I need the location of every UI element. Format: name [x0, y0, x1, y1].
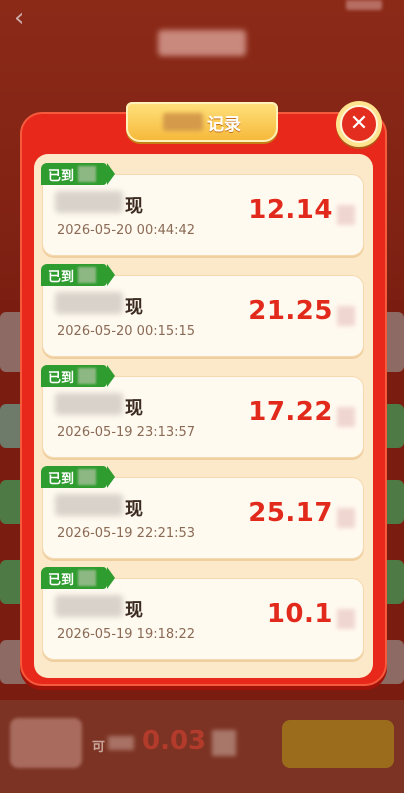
- record-name-blurred: [55, 292, 123, 314]
- records-modal: 已到 现 2026-05-20 00:44:42 12.14 已到 现 2026…: [20, 112, 387, 686]
- amount-unit-blurred: [212, 730, 236, 756]
- status-badge: 已到: [41, 567, 115, 589]
- close-icon[interactable]: ✕: [340, 105, 378, 143]
- record-time: 2026-05-20 00:44:42: [57, 223, 196, 238]
- record-name: 现: [125, 600, 143, 621]
- record-time: 2026-05-19 22:21:53: [57, 526, 196, 541]
- record-item: 已到 现 2026-05-19 23:13:57 17.22: [41, 365, 364, 458]
- record-item: 已到 现 2026-05-20 00:15:15 21.25: [41, 264, 364, 357]
- close-button[interactable]: ✕: [336, 101, 382, 147]
- back-chevron-icon[interactable]: ‹: [14, 5, 38, 31]
- record-time: 2026-05-19 23:13:57: [57, 425, 196, 440]
- record-amount: 17.22: [248, 397, 333, 427]
- bottom-left-button[interactable]: [10, 718, 82, 768]
- record-name: 现: [125, 297, 143, 318]
- page-title-blurred: [158, 30, 246, 56]
- record-name-blurred: [55, 595, 123, 617]
- record-name-blurred: [55, 494, 123, 516]
- record-name-blurred: [55, 393, 123, 415]
- status-badge: 已到: [41, 466, 115, 488]
- available-label-blurred: [108, 736, 134, 750]
- records-list: 已到 现 2026-05-20 00:44:42 12.14 已到 现 2026…: [34, 154, 373, 678]
- record-item: 已到 现 2026-05-19 19:18:22 10.1: [41, 567, 364, 660]
- record-name: 现: [125, 196, 143, 217]
- status-badge: 已到: [41, 264, 115, 286]
- record-amount: 10.1: [266, 599, 333, 629]
- record-amount: 12.14: [248, 195, 333, 225]
- status-badge: 已到: [41, 365, 115, 387]
- record-time: 2026-05-19 19:18:22: [57, 627, 196, 642]
- record-item: 已到 现 2026-05-19 22:21:53 25.17: [41, 466, 364, 559]
- modal-title: 记录: [207, 114, 241, 135]
- title-blurred: [163, 113, 203, 131]
- record-time: 2026-05-20 00:15:15: [57, 324, 196, 339]
- bottom-action-button[interactable]: [282, 720, 394, 768]
- modal-title-ribbon: 记录: [126, 102, 278, 142]
- status-badge: 已到: [41, 163, 115, 185]
- record-amount: 21.25: [248, 296, 333, 326]
- record-name: 现: [125, 499, 143, 520]
- available-label: 可: [92, 740, 106, 755]
- record-name: 现: [125, 398, 143, 419]
- top-right-blurred: [346, 0, 382, 10]
- record-name-blurred: [55, 191, 123, 213]
- record-amount: 25.17: [248, 498, 333, 528]
- record-item: 已到 现 2026-05-20 00:44:42 12.14: [41, 163, 364, 256]
- available-amount: 0.03: [142, 726, 207, 756]
